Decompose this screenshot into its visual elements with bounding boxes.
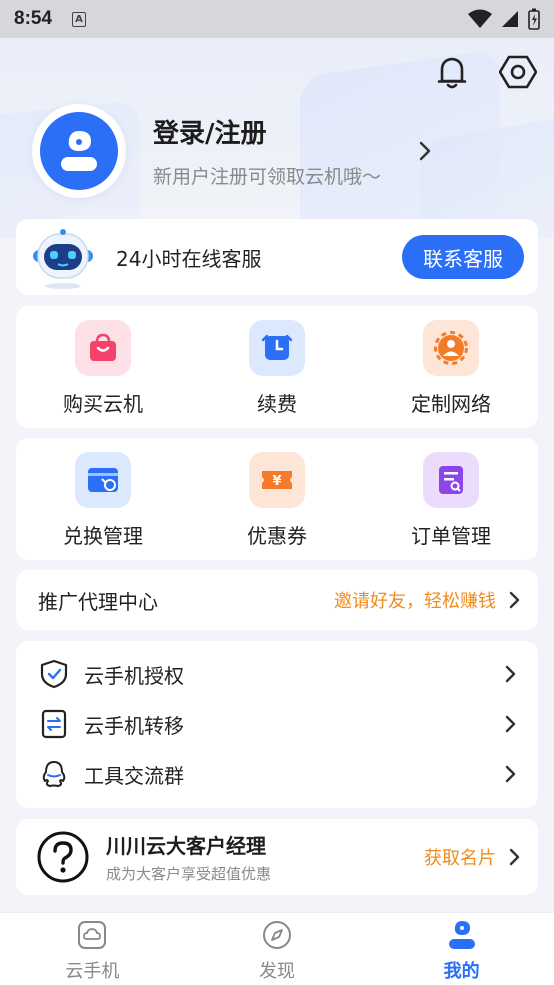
header-actions [432, 52, 538, 92]
tab-label: 发现 [259, 961, 295, 982]
tab-label: 我的 [443, 961, 480, 982]
menu-label: 云手机授权 [84, 663, 184, 688]
tab-cloud-phone[interactable]: 云手机 [0, 913, 185, 985]
network-icon [423, 320, 479, 376]
menu-item-authorize[interactable]: 云手机授权 [16, 649, 538, 699]
service-label: 24小时在线客服 [116, 246, 262, 271]
menu-item-transfer[interactable]: 云手机转移 [16, 699, 538, 749]
manager-title: 川川云大客户经理 [106, 834, 266, 858]
battery-icon [528, 8, 540, 30]
user-avatar-icon [40, 112, 118, 190]
menu-item-tool-group[interactable]: 工具交流群 [16, 749, 538, 799]
quick-actions-grid-1: 购买云机 续费 定制网络 [16, 306, 538, 428]
profile-chevron-right-icon[interactable] [418, 140, 432, 166]
menu-label: 云手机转移 [84, 713, 184, 738]
bottom-navigation: 云手机 发现 我的 [0, 912, 554, 985]
tab-label: 云手机 [65, 961, 120, 982]
order-icon [423, 452, 479, 508]
grid-label: 优惠券 [247, 524, 307, 548]
wifi-icon [468, 9, 492, 28]
manager-subtitle: 成为大客户享受超值优惠 [106, 865, 272, 883]
renew-button[interactable]: 续费 [190, 306, 364, 428]
settings-icon[interactable] [498, 52, 538, 92]
buy-cloud-phone-button[interactable]: 购买云机 [16, 306, 190, 428]
chevron-right-icon [505, 715, 516, 733]
login-title[interactable]: 登录/注册 [153, 113, 381, 150]
custom-network-button[interactable]: 定制网络 [364, 306, 538, 428]
signal-icon [502, 11, 518, 27]
notification-badge-icon: A [72, 11, 87, 27]
user-profile-icon [448, 921, 475, 949]
order-management-button[interactable]: 订单管理 [364, 438, 538, 560]
grid-label: 兑换管理 [63, 524, 143, 548]
menu-label: 工具交流群 [84, 763, 184, 788]
chevron-right-icon [509, 848, 520, 866]
account-manager-card[interactable]: 川川云大客户经理 成为大客户享受超值优惠 获取名片 [16, 819, 538, 895]
status-bar: 8:54 A [0, 0, 554, 38]
promo-hint: 邀请好友，轻松赚钱 [334, 591, 496, 612]
status-icons [468, 8, 540, 30]
profile-section[interactable]: 登录/注册 新用户注册可领取云机哦～ [32, 104, 381, 198]
customer-service-card: 24小时在线客服 联系客服 [16, 219, 538, 295]
redeem-management-button[interactable]: 兑换管理 [16, 438, 190, 560]
compass-icon [263, 921, 291, 949]
tab-discover[interactable]: 发现 [185, 913, 370, 985]
redeem-card-icon [75, 452, 131, 508]
bell-icon[interactable] [432, 52, 472, 92]
quick-actions-grid-2: 兑换管理 ¥ 优惠券 订单管理 [16, 438, 538, 560]
question-mark-icon [36, 830, 90, 884]
settings-menu-list: 云手机授权 云手机转移 工具交流群 [16, 641, 538, 808]
login-subtitle: 新用户注册可领取云机哦～ [153, 166, 382, 188]
chevron-right-icon [505, 665, 516, 683]
shield-check-icon [38, 658, 70, 690]
grid-label: 订单管理 [411, 524, 491, 548]
svg-text:¥: ¥ [272, 474, 281, 489]
get-card-link[interactable]: 获取名片 [424, 844, 496, 870]
avatar[interactable] [32, 104, 126, 198]
coupon-button[interactable]: ¥ 优惠券 [190, 438, 364, 560]
grid-label: 购买云机 [63, 392, 143, 416]
chevron-right-icon [509, 591, 520, 609]
transfer-icon [38, 708, 70, 740]
qq-group-icon [38, 758, 70, 790]
status-time: 8:54 [14, 8, 53, 29]
chevron-right-icon [505, 765, 516, 783]
coupon-icon: ¥ [249, 452, 305, 508]
shopping-bag-icon [75, 320, 131, 376]
grid-label: 定制网络 [411, 392, 491, 416]
clock-icon [249, 320, 305, 376]
grid-label: 续费 [257, 392, 297, 416]
promo-title: 推广代理中心 [38, 589, 158, 614]
robot-icon [30, 224, 96, 290]
cloud-phone-icon [78, 921, 107, 949]
tab-mine[interactable]: 我的 [369, 913, 554, 985]
contact-service-button[interactable]: 联系客服 [402, 235, 524, 279]
promotion-agent-row[interactable]: 推广代理中心 邀请好友，轻松赚钱 [16, 570, 538, 630]
